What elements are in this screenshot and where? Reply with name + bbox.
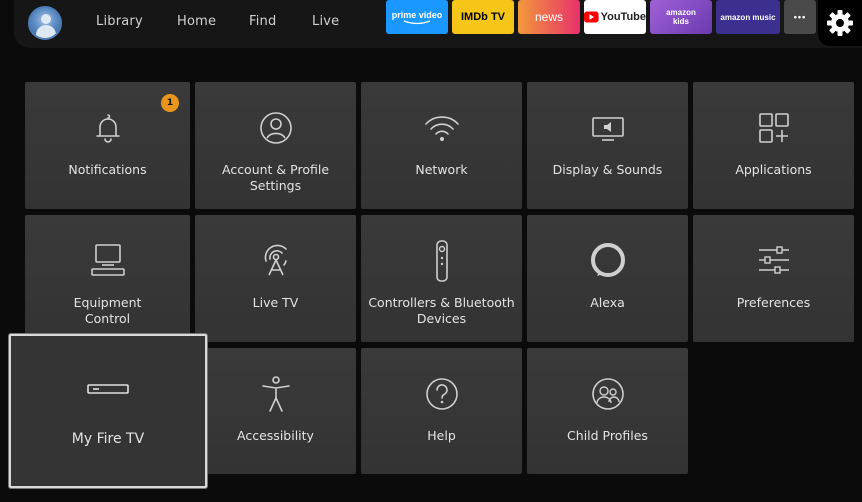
tile-label: Help xyxy=(427,428,456,443)
bell-icon xyxy=(95,114,120,143)
antenna-icon xyxy=(264,244,287,276)
settings-tile-help[interactable]: Help xyxy=(361,348,522,474)
app-imdb-tv[interactable]: IMDb TV xyxy=(452,0,514,34)
tile-label: Applications xyxy=(735,162,812,177)
tile-label: Notifications xyxy=(68,162,147,177)
settings-tile-account-profile[interactable]: Account & Profile Settings xyxy=(195,82,356,209)
nav-home[interactable]: Home xyxy=(177,14,216,29)
tile-label: Accessibility xyxy=(237,428,314,443)
child-profiles-icon xyxy=(591,378,624,410)
tile-label: My Fire TV xyxy=(71,431,145,447)
display-icon xyxy=(591,117,624,141)
apps-grid-icon xyxy=(758,113,789,143)
fire-tv-device-icon xyxy=(87,384,129,394)
youtube-play-icon xyxy=(584,11,599,23)
help-icon xyxy=(425,378,458,410)
tile-label-line2: Settings xyxy=(249,178,302,193)
settings-tile-display-sounds[interactable]: Display & Sounds xyxy=(527,82,688,209)
tile-label: Display & Sounds xyxy=(552,162,663,177)
more-apps-button[interactable]: ••• xyxy=(784,0,816,34)
sliders-icon xyxy=(758,246,789,274)
accessibility-icon xyxy=(261,376,290,412)
tile-label: Controllers & Bluetooth xyxy=(368,295,515,310)
settings-tile-child-profiles[interactable]: Child Profiles xyxy=(527,348,688,474)
tile-label: Equipment xyxy=(73,295,142,310)
settings-tile-my-fire-tv[interactable]: My Fire TV xyxy=(9,334,207,488)
alexa-icon xyxy=(590,243,625,277)
tile-label: Alexa xyxy=(590,295,625,310)
app-amazon-music[interactable]: amazon music xyxy=(716,0,780,34)
notification-count-badge: 1 xyxy=(161,94,179,112)
equipment-icon xyxy=(90,244,125,276)
nav-library[interactable]: Library xyxy=(96,14,143,29)
gear-icon xyxy=(827,10,853,36)
settings-tile-live-tv[interactable]: Live TV xyxy=(195,215,356,342)
settings-tile-accessibility[interactable]: Accessibility xyxy=(195,348,356,474)
settings-tile-alexa[interactable]: Alexa xyxy=(527,215,688,342)
profile-avatar[interactable] xyxy=(28,6,62,40)
settings-tile-notifications[interactable]: 1 Notifications xyxy=(25,82,190,209)
wifi-icon xyxy=(424,116,459,141)
settings-tile-equipment-control[interactable]: Equipment Control xyxy=(25,215,190,342)
app-youtube[interactable]: YouTube xyxy=(584,0,646,34)
settings-tile-preferences[interactable]: Preferences xyxy=(693,215,854,342)
app-news[interactable]: news xyxy=(518,0,580,34)
settings-tile-controllers-bluetooth[interactable]: Controllers & Bluetooth Devices xyxy=(361,215,522,342)
tile-label: Live TV xyxy=(252,295,299,310)
app-amazon-kids[interactable]: amazon kids xyxy=(650,0,712,34)
remote-icon xyxy=(435,240,448,282)
tile-label: Preferences xyxy=(736,295,811,310)
tile-label-line2: Control xyxy=(84,311,131,326)
tile-label: Network xyxy=(415,162,468,177)
nav-live[interactable]: Live xyxy=(312,14,339,29)
app-prime-video[interactable]: prime video xyxy=(386,0,448,34)
settings-tile-applications[interactable]: Applications xyxy=(693,82,854,209)
profile-icon xyxy=(259,112,292,144)
nav-find[interactable]: Find xyxy=(249,14,276,29)
tile-label-line2: Devices xyxy=(416,311,467,326)
settings-tile-network[interactable]: Network xyxy=(361,82,522,209)
tile-label: Child Profiles xyxy=(567,428,648,443)
settings-gear-button[interactable] xyxy=(818,0,862,46)
tile-label: Account & Profile xyxy=(221,162,330,177)
